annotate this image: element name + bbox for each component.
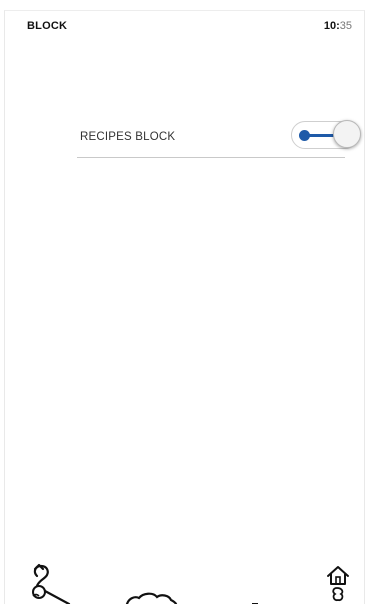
recipes-block-toggle[interactable] (291, 120, 361, 149)
bottom-navigation (5, 554, 364, 604)
recipes-block-row: RECIPES BLOCK (77, 113, 361, 158)
toggle-fill-line (308, 134, 336, 137)
clock-minute: 35 (339, 20, 352, 32)
partial-icon (252, 603, 258, 604)
screen: BLOCK 10:35 RECIPES BLOCK (4, 10, 365, 604)
recipes-block-label: RECIPES BLOCK (80, 131, 176, 143)
toggle-knob (333, 120, 361, 148)
clock-hour: 10: (323, 20, 340, 32)
page-title: BLOCK (27, 20, 68, 32)
clock: 10:35 (324, 20, 352, 32)
back-arrow-icon[interactable] (25, 558, 85, 604)
home-icon[interactable] (323, 558, 353, 604)
chef-hat-icon[interactable] (123, 590, 183, 604)
status-bar: BLOCK 10:35 (5, 11, 364, 35)
